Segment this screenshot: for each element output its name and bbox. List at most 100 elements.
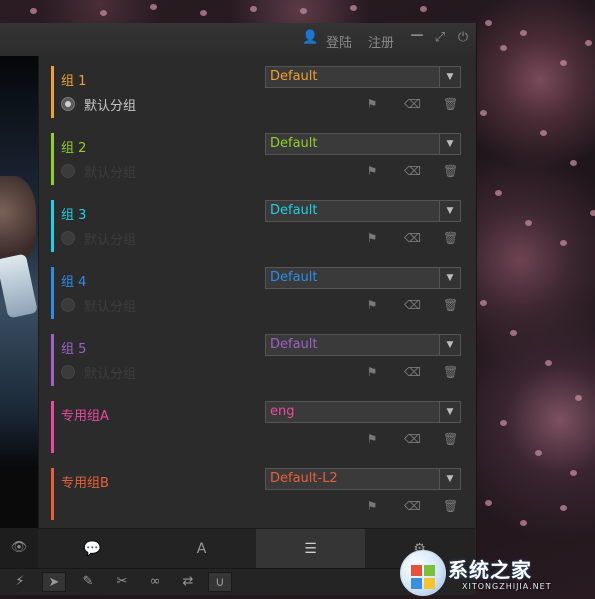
watermark-logo [400, 550, 446, 596]
group-row: 专用组B Default-L2 ▼ ⚑ ⌫ 🗑 [51, 468, 471, 520]
scissors-icon[interactable]: ✂ [110, 572, 134, 592]
group-radio[interactable] [61, 164, 75, 178]
video-object [0, 253, 38, 319]
select-value: Default [270, 203, 318, 218]
trash-icon[interactable]: 🗑 [443, 231, 458, 245]
blossom-petal [500, 45, 507, 51]
tab-list[interactable]: ☰ [256, 529, 365, 569]
power-icon[interactable]: ⏻ [456, 31, 470, 45]
edit-icon[interactable]: ✎ [76, 572, 100, 592]
eraser-icon[interactable]: ⌫ [404, 432, 421, 446]
video-letterbox [0, 470, 38, 528]
trash-icon[interactable]: 🗑 [443, 164, 458, 178]
group-radio-label: 默认分组 [84, 233, 137, 248]
chevron-down-icon[interactable]: ▼ [439, 402, 460, 422]
link-icon[interactable]: ∞ [143, 572, 167, 592]
group-row: 组 2 Default ▼ 默认分组 ⚑ ⌫ 🗑 [51, 133, 471, 185]
blossom-petal [585, 40, 592, 46]
blossom-petal [545, 360, 552, 366]
magnet-icon[interactable]: ∪ [208, 572, 232, 592]
group-radio[interactable] [61, 97, 75, 111]
app-window: 👤 登陆 注册 — ⤢ ⏻ 组 1 Default ▼ 默认分组 ⚑ ⌫ 🗑 组 2 Defau… [0, 23, 477, 569]
group-name: 组 5 [61, 342, 87, 357]
chevron-down-icon[interactable]: ▼ [439, 469, 460, 489]
group-color-bar [51, 468, 54, 520]
trash-icon[interactable]: 🗑 [443, 365, 458, 379]
group-panel: 组 1 Default ▼ 默认分组 ⚑ ⌫ 🗑 组 2 Default ▼ 默认分组 ⚑ ⌫ 🗑 组 3 D… [38, 56, 476, 528]
blossom-petal [575, 395, 582, 401]
group-color-bar [51, 267, 54, 319]
eraser-icon[interactable]: ⌫ [404, 164, 421, 178]
pointer-icon[interactable]: ➤ [42, 572, 66, 592]
select-value: eng [270, 404, 295, 419]
trash-icon[interactable]: 🗑 [443, 499, 458, 513]
login-link[interactable]: 登陆 [326, 32, 352, 51]
minimize-icon[interactable]: — [410, 29, 424, 43]
blossom-petal [570, 160, 577, 166]
register-link[interactable]: 注册 [368, 32, 394, 51]
watermark: 系统之家 XITONGZHIJIA.NET [400, 546, 595, 599]
select-value: Default-L2 [270, 471, 338, 486]
blossom-petal [540, 130, 547, 136]
group-profile-select[interactable]: Default ▼ [265, 267, 461, 289]
watermark-title: 系统之家 [448, 558, 532, 582]
group-profile-select[interactable]: eng ▼ [265, 401, 461, 423]
group-name: 专用组A [61, 409, 109, 424]
eye-icon[interactable]: 👁 [0, 528, 38, 568]
group-profile-select[interactable]: Default ▼ [265, 334, 461, 356]
group-radio-label: 默认分组 [84, 367, 137, 382]
blossom-petal [560, 60, 567, 66]
video-preview [0, 56, 38, 470]
eraser-icon[interactable]: ⌫ [404, 231, 421, 245]
blossom-petal [560, 240, 567, 246]
flag-icon[interactable]: ⚑ [365, 499, 379, 513]
chevron-down-icon[interactable]: ▼ [439, 201, 460, 221]
flag-icon[interactable]: ⚑ [365, 97, 379, 111]
blossom-petal [150, 4, 157, 10]
group-radio[interactable] [61, 298, 75, 312]
group-radio-label: 默认分组 [84, 300, 137, 315]
group-name: 组 2 [61, 141, 87, 156]
select-value: Default [270, 69, 318, 84]
group-radio[interactable] [61, 365, 75, 379]
maximize-icon[interactable]: ⤢ [433, 31, 447, 45]
chevron-down-icon[interactable]: ▼ [439, 134, 460, 154]
group-profile-select[interactable]: Default ▼ [265, 200, 461, 222]
group-row: 组 1 Default ▼ 默认分组 ⚑ ⌫ 🗑 [51, 66, 471, 118]
blossom-petal [250, 6, 257, 12]
flag-icon[interactable]: ⚑ [365, 365, 379, 379]
trash-icon[interactable]: 🗑 [443, 432, 458, 446]
group-color-bar [51, 133, 54, 185]
trash-icon[interactable]: 🗑 [443, 298, 458, 312]
flag-icon[interactable]: ⚑ [365, 164, 379, 178]
chevron-down-icon[interactable]: ▼ [439, 268, 460, 288]
chevron-down-icon[interactable]: ▼ [439, 67, 460, 87]
blossom-petal [485, 20, 492, 26]
group-profile-select[interactable]: Default ▼ [265, 66, 461, 88]
comment-icon: 💬 [83, 541, 102, 557]
select-value: Default [270, 136, 318, 151]
group-profile-select[interactable]: Default-L2 ▼ [265, 468, 461, 490]
blossom-petal [480, 300, 487, 306]
eraser-icon[interactable]: ⌫ [404, 365, 421, 379]
flag-icon[interactable]: ⚑ [365, 432, 379, 446]
group-radio[interactable] [61, 231, 75, 245]
video-face [0, 176, 36, 266]
select-value: Default [270, 270, 318, 285]
trash-icon[interactable]: 🗑 [443, 97, 458, 111]
eraser-icon[interactable]: ⌫ [404, 499, 421, 513]
blossom-petal [520, 520, 527, 526]
flag-icon[interactable]: ⚑ [365, 231, 379, 245]
flag-icon[interactable]: ⚑ [365, 298, 379, 312]
swap-icon[interactable]: ⇄ [176, 572, 200, 592]
chevron-down-icon[interactable]: ▼ [439, 335, 460, 355]
tab-font[interactable]: A [147, 529, 256, 569]
eraser-icon[interactable]: ⌫ [404, 97, 421, 111]
tab-comment[interactable]: 💬 [38, 529, 147, 569]
blossom-petal [520, 30, 527, 36]
blossom-petal [480, 110, 487, 116]
eraser-icon[interactable]: ⌫ [404, 298, 421, 312]
magic-wand-icon[interactable]: ⚡ [8, 572, 32, 592]
user-icon[interactable]: 👤 [302, 31, 318, 45]
group-profile-select[interactable]: Default ▼ [265, 133, 461, 155]
